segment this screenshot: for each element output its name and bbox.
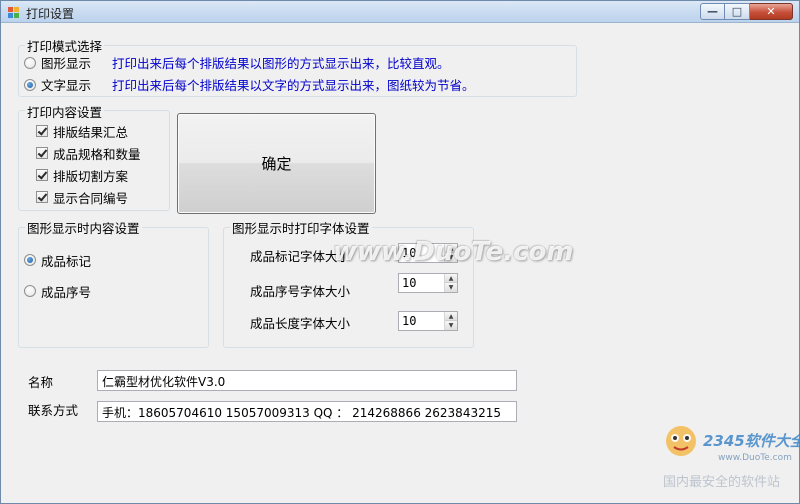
text-display-desc: 打印出来后每个排版结果以文字的方式显示出来，图纸较为节省。 (112, 78, 475, 93)
checkbox-spec-quantity-label: 成品规格和数量 (53, 147, 141, 162)
graphic-content-title: 图形显示时内容设置 (25, 218, 142, 237)
radio-text-display-label: 文字显示 (41, 78, 92, 93)
corner-brand-watermark: 2345软件大全 (703, 432, 800, 450)
watermark-logo-icon (666, 426, 696, 456)
minimize-button[interactable]: — (700, 3, 725, 20)
contact-field[interactable]: 手机：18605704610 15057009313 QQ ： 21426886… (97, 401, 517, 422)
checkbox-contract-number[interactable] (36, 191, 48, 203)
corner-tagline-watermark: 国内最安全的软件站 (663, 475, 781, 490)
number-font-size-value: 10 (402, 276, 417, 290)
app-icon (8, 7, 19, 18)
center-watermark: www.DuoTe.com (333, 237, 574, 267)
stepper-up-arrow-icon[interactable]: ▲ (445, 312, 457, 321)
length-font-size-value: 10 (402, 314, 417, 328)
checkbox-layout-summary-label: 排版结果汇总 (53, 125, 129, 140)
radio-graphic-display-label: 图形显示 (41, 56, 92, 71)
stepper-arrows: ▲ ▼ (444, 312, 457, 330)
stepper-arrows: ▲ ▼ (444, 274, 457, 292)
maximize-icon: □ (731, 5, 743, 18)
checkbox-cutting-plan-label: 排版切割方案 (53, 169, 129, 184)
contact-label: 联系方式 (28, 403, 79, 418)
stepper-down-arrow-icon[interactable]: ▼ (445, 283, 457, 292)
window-title: 打印设置 (26, 7, 75, 21)
print-content-title: 打印内容设置 (25, 102, 105, 121)
stepper-up-arrow-icon[interactable]: ▲ (445, 274, 457, 283)
name-label: 名称 (28, 375, 54, 390)
font-settings-title: 图形显示时打印字体设置 (230, 218, 372, 237)
radio-product-number[interactable] (24, 285, 36, 297)
minimize-icon: — (707, 5, 718, 18)
graphic-display-desc: 打印出来后每个排版结果以图形的方式显示出来，比较直观。 (112, 56, 450, 71)
print-settings-window: 打印设置 — □ ✕ 打印模式选择 图形显示 打印出来后每个排版结果以图形的方式… (0, 0, 800, 504)
number-font-size-label: 成品序号字体大小 (250, 284, 351, 299)
confirm-button[interactable]: 确定 (177, 113, 376, 214)
checkbox-contract-number-label: 显示合同编号 (53, 191, 129, 206)
maximize-button[interactable]: □ (725, 3, 750, 20)
length-font-size-label: 成品长度字体大小 (250, 316, 351, 331)
name-field[interactable]: 仁霸型材优化软件V3.0 (97, 370, 517, 391)
close-icon: ✕ (766, 5, 776, 18)
close-button[interactable]: ✕ (750, 3, 793, 20)
radio-graphic-display[interactable] (24, 57, 36, 69)
stepper-down-arrow-icon[interactable]: ▼ (445, 321, 457, 330)
radio-product-mark[interactable] (24, 254, 36, 266)
checkbox-spec-quantity[interactable] (36, 147, 48, 159)
length-font-size-stepper[interactable]: 10 ▲ ▼ (398, 311, 458, 331)
radio-product-number-label: 成品序号 (41, 285, 92, 300)
title-bar[interactable]: 打印设置 — □ ✕ (1, 1, 799, 23)
checkbox-layout-summary[interactable] (36, 125, 48, 137)
radio-product-mark-label: 成品标记 (41, 254, 92, 269)
checkbox-cutting-plan[interactable] (36, 169, 48, 181)
window-controls: — □ ✕ (700, 3, 793, 20)
number-font-size-stepper[interactable]: 10 ▲ ▼ (398, 273, 458, 293)
radio-text-display[interactable] (24, 79, 36, 91)
corner-url-watermark: www.DuoTe.com (718, 453, 792, 463)
